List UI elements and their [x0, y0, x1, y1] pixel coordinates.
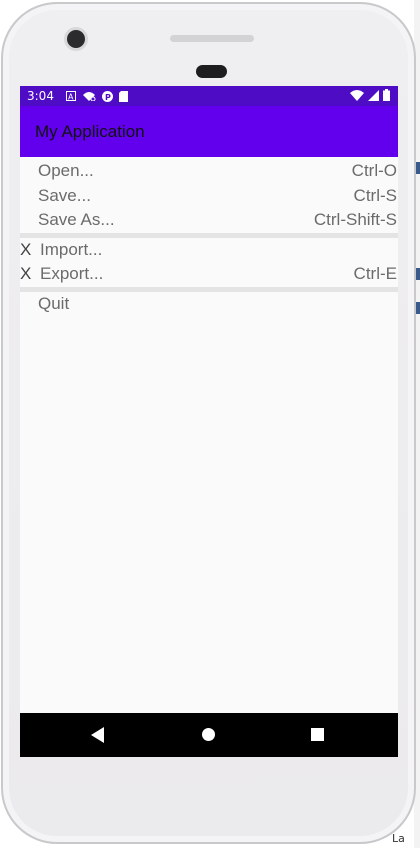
desktop-edge-mark — [416, 162, 420, 174]
menu-item-shortcut: Ctrl-O — [351, 161, 397, 181]
p-notification-icon: P — [101, 90, 113, 102]
menu-item-quit[interactable]: Quit — [20, 292, 398, 317]
app-bar: My Application — [20, 106, 398, 157]
proximity-sensor — [196, 65, 227, 78]
desktop-edge-mark — [416, 302, 420, 314]
desktop-corner-label: La — [392, 832, 405, 845]
menu-item-open[interactable]: Open... Ctrl-O — [20, 159, 398, 184]
phone-screen: 3:04 A P My Application Open... Ctrl-O S… — [20, 86, 398, 757]
menu-item-label: Quit — [38, 293, 70, 313]
menu-item-save[interactable]: Save... Ctrl-S — [20, 184, 398, 209]
checked-mark: X — [20, 264, 32, 284]
menu-item-label: Export... — [40, 264, 104, 284]
options-menu: Open... Ctrl-O Save... Ctrl-S Save As...… — [20, 159, 398, 316]
status-time: 3:04 — [27, 89, 54, 103]
earpiece-speaker — [170, 35, 254, 42]
menu-item-shortcut: Ctrl-Shift-S — [313, 210, 397, 230]
front-camera — [67, 30, 85, 48]
svg-text:P: P — [105, 93, 111, 102]
recents-icon[interactable] — [311, 728, 324, 741]
battery-icon — [383, 89, 390, 101]
checked-mark: X — [20, 239, 32, 259]
menu-item-save-as[interactable]: Save As... Ctrl-Shift-S — [20, 208, 398, 233]
home-icon[interactable] — [202, 728, 215, 741]
sd-card-icon — [118, 90, 128, 102]
desktop-edge-mark — [416, 268, 420, 280]
app-title: My Application — [35, 121, 145, 141]
menu-item-label: Save As... — [38, 210, 115, 230]
navigation-bar — [20, 713, 398, 757]
menu-item-label: Import... — [40, 239, 103, 259]
menu-item-shortcut: Ctrl-S — [353, 185, 397, 205]
menu-item-export[interactable]: X Export... Ctrl-E — [20, 262, 398, 287]
a-notification-icon: A — [65, 91, 76, 102]
menu-item-shortcut: Ctrl-E — [353, 264, 397, 284]
cell-signal-icon — [368, 89, 379, 101]
menu-item-label: Save... — [38, 185, 91, 205]
menu-item-label: Open... — [38, 161, 94, 181]
svg-text:A: A — [68, 93, 74, 102]
menu-item-import[interactable]: X Import... — [20, 238, 398, 263]
back-icon[interactable] — [91, 727, 104, 743]
status-bar: 3:04 A P — [20, 86, 398, 106]
wifi-signal-icon — [350, 89, 364, 101]
wifi-notification-icon — [82, 92, 96, 101]
